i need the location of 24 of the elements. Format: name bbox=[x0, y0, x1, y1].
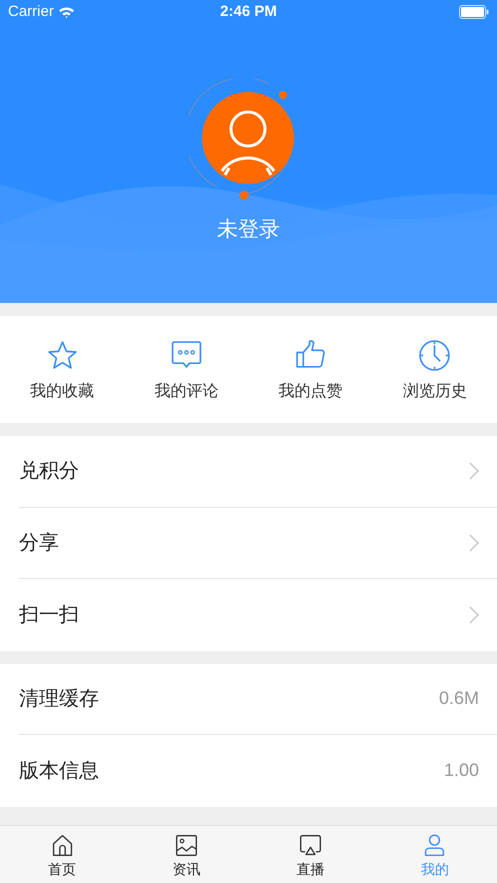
menu-value: 1.00 bbox=[444, 759, 479, 782]
image-icon bbox=[174, 833, 199, 858]
tab-item[interactable]: 直播 bbox=[248, 826, 373, 883]
battery-icon bbox=[459, 5, 489, 19]
tab-item[interactable]: 资讯 bbox=[124, 826, 248, 883]
clock-icon bbox=[418, 339, 452, 372]
menu-value: 0.6M bbox=[438, 687, 479, 710]
menu-row[interactable]: 版本信息 1.00 bbox=[19, 735, 497, 806]
menu-row[interactable]: 分享 bbox=[19, 508, 497, 579]
chevron-right-icon bbox=[469, 606, 479, 624]
status-time: 2:46 PM bbox=[220, 2, 277, 22]
shortcut-button[interactable]: 我的评论 bbox=[124, 335, 248, 404]
screen-icon bbox=[298, 833, 324, 858]
shortcut-button[interactable]: 我的收藏 bbox=[0, 335, 124, 404]
chevron-right-icon bbox=[469, 534, 479, 552]
tab-item[interactable]: 首页 bbox=[0, 826, 124, 883]
menu-row[interactable]: 扫一扫 bbox=[19, 579, 497, 650]
menu-row[interactable]: 清理缓存 0.6M bbox=[19, 664, 497, 735]
shortcut-button[interactable]: 浏览历史 bbox=[372, 335, 497, 404]
menu-row[interactable]: 兑积分 bbox=[19, 436, 497, 508]
wifi-icon bbox=[58, 6, 75, 18]
carrier-name: Carrier bbox=[8, 2, 54, 22]
shortcut-button[interactable]: 我的点赞 bbox=[248, 335, 373, 404]
chevron-right-icon bbox=[469, 462, 479, 480]
